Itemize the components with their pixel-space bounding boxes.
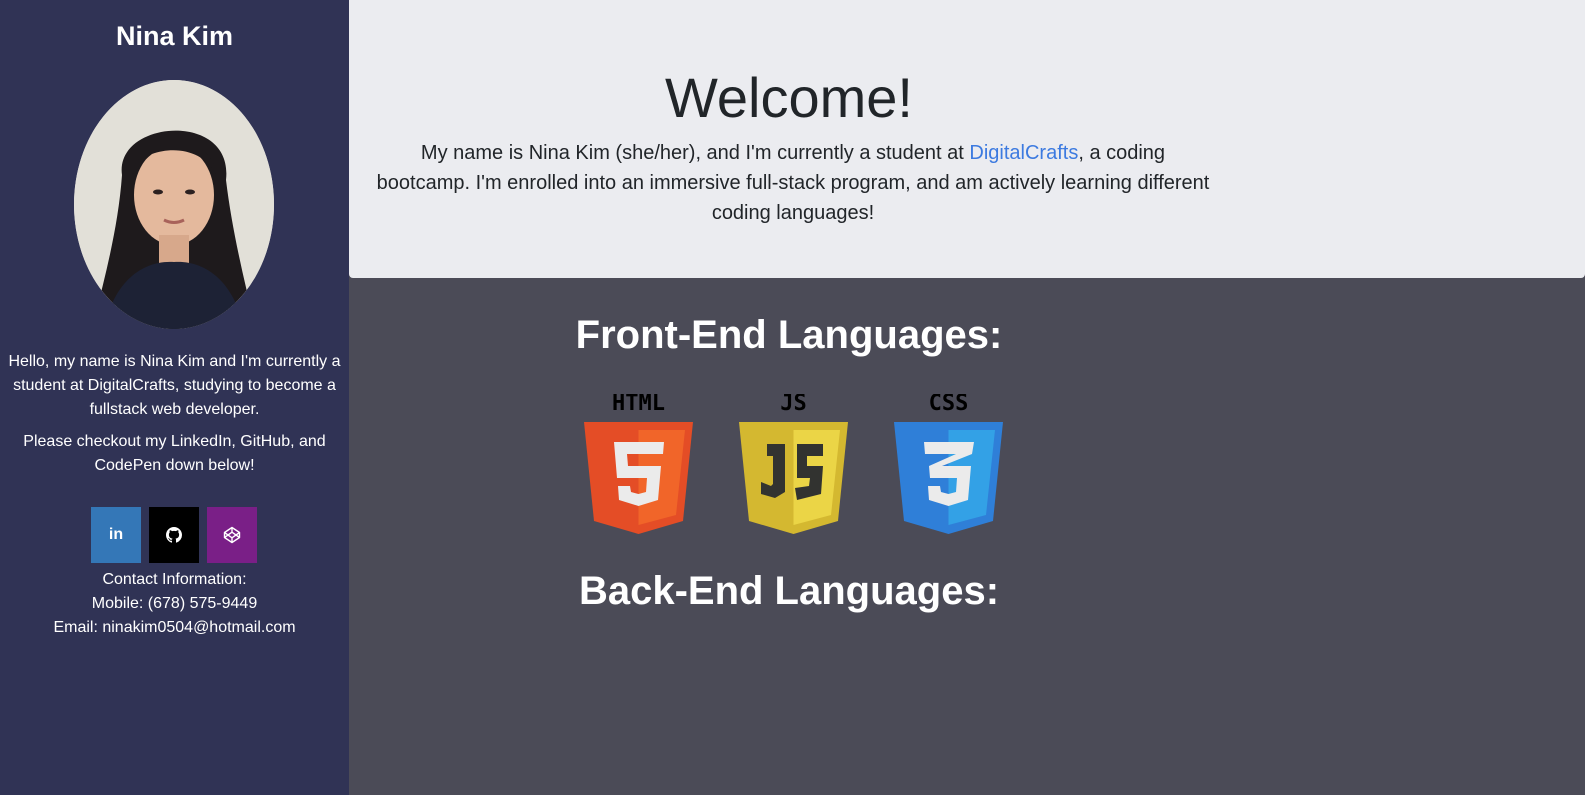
codepen-icon (223, 526, 241, 544)
welcome-title: Welcome! (665, 66, 913, 129)
codepen-button[interactable] (207, 507, 257, 563)
javascript-logo-label: JS (780, 394, 807, 416)
contact-heading: Contact Information: (102, 571, 247, 588)
contact-mobile: Mobile: (678) 575-9449 (91, 595, 258, 612)
profile-name: Nina Kim (115, 21, 234, 51)
avatar-photo (74, 80, 274, 329)
css3-logo-label: CSS (929, 394, 969, 416)
welcome-intro: My name is Nina Kim (she/her), and I'm c… (373, 138, 1213, 228)
javascript-logo: JS (739, 394, 848, 535)
contact-email: Email: ninakim0504@hotmail.com (53, 619, 296, 636)
linkedin-icon: in (108, 526, 124, 543)
welcome-jumbotron: Welcome! My name is Nina Kim (she/her), … (349, 0, 1585, 278)
backend-heading: Back-End Languages: (578, 569, 1000, 613)
social-links: in (91, 507, 257, 563)
digitalcrafts-link[interactable]: DigitalCrafts (969, 142, 1078, 164)
bio: Hello, my name is Nina Kim and I'm curre… (0, 350, 349, 486)
github-button[interactable] (149, 507, 199, 563)
html5-logo-label: HTML (612, 394, 665, 416)
frontend-logos: HTML JS CSS (584, 394, 1003, 535)
sidebar: Nina Kim Hello, my name is Nina Kim and … (0, 0, 349, 795)
css3-logo: CSS (894, 394, 1003, 535)
github-icon (166, 527, 182, 543)
bio-cta: Please checkout my LinkedIn, GitHub, and… (23, 433, 326, 474)
bio-intro: Hello, my name is Nina Kim and I'm curre… (8, 353, 341, 418)
contact-info: Contact Information: Mobile: (678) 575-9… (0, 568, 349, 640)
avatar (74, 80, 274, 329)
frontend-heading: Front-End Languages: (575, 313, 1003, 357)
html5-logo: HTML (584, 394, 693, 535)
intro-text-before: My name is Nina Kim (she/her), and I'm c… (420, 142, 970, 164)
linkedin-button[interactable]: in (91, 507, 141, 563)
